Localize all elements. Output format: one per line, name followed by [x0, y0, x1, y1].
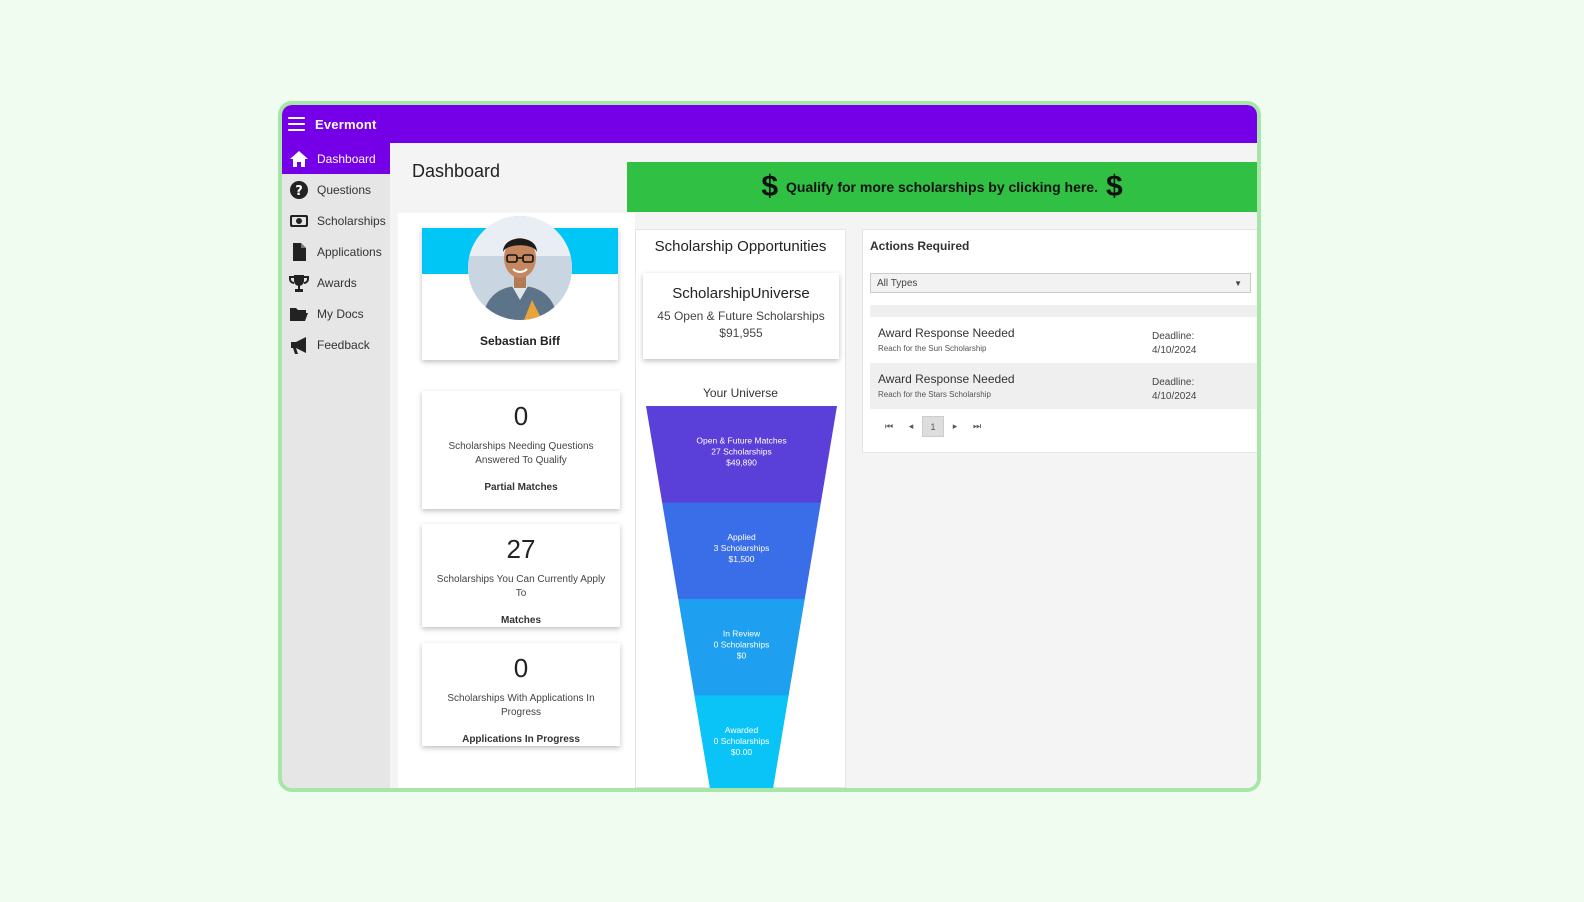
list-item[interactable]: Award Response Needed Reach for the Star…	[870, 363, 1257, 409]
dollar-icon: $	[761, 170, 778, 203]
sidebar-item-label: Awards	[317, 275, 357, 290]
profile-name: Sebastian Biff	[479, 334, 560, 348]
sidebar-item-questions[interactable]: ? Questions	[282, 174, 390, 205]
universe-title: ScholarshipUniverse	[672, 285, 810, 302]
action-type-select[interactable]: All Types ▼	[870, 273, 1251, 293]
funnel-stage-label: In Review	[723, 628, 761, 638]
funnel-chart: Open & Future Matches27 Scholarships$49,…	[646, 406, 837, 788]
sidebar-item-my-docs[interactable]: My Docs	[282, 298, 390, 329]
funnel-amount-label: $0	[737, 650, 747, 660]
menu-icon[interactable]	[288, 117, 305, 131]
sidebar-item-label: Questions	[317, 182, 372, 197]
profile-column: Sebastian Biff 0 Scholarships Needing Qu…	[398, 213, 635, 788]
funnel-count-label: 27 Scholarships	[711, 446, 771, 456]
funnel-count-label: 0 Scholarships	[714, 736, 770, 746]
deadline-label: Deadline:	[1152, 331, 1195, 342]
universe-funnel: Open & Future Matches 27 Scholarships $49,…	[646, 406, 837, 788]
universe-value: $91,955	[719, 326, 763, 340]
deadline-date: 4/10/2024	[1152, 391, 1197, 402]
scholarship-opportunities-panel: Scholarship Opportunities ScholarshipUni…	[635, 229, 846, 788]
funnel-stage-label: Awarded	[725, 725, 759, 735]
stat-description: Scholarships Needing Questions Answered …	[448, 441, 594, 466]
app-title: Evermont	[315, 116, 377, 132]
page-title: Dashboard	[412, 161, 501, 181]
your-universe-label: Your Universe	[703, 386, 778, 400]
sidebar: Dashboard ? Questions Scholarships Appli…	[282, 143, 390, 788]
list-item[interactable]: Award Response Needed Reach for the Sun …	[870, 317, 1257, 363]
panel-title: Actions Required	[870, 239, 970, 253]
current-page[interactable]: 1	[922, 416, 944, 437]
panel-title: Scholarship Opportunities	[654, 238, 827, 255]
list-header	[870, 305, 1257, 317]
funnel-count-label: 3 Scholarships	[714, 543, 770, 553]
stat-description: Scholarships With Applications In Progre…	[447, 693, 595, 718]
avatar	[468, 216, 572, 320]
dollar-icon: $	[1106, 170, 1123, 203]
actions-required-panel: Actions Required All Types ▼ Award Respo…	[862, 229, 1257, 453]
sidebar-item-label: Feedback	[317, 337, 370, 352]
action-subtitle: Reach for the Sun Scholarship	[878, 344, 987, 353]
qualify-banner[interactable]: $ Qualify for more scholarships by click…	[627, 162, 1257, 212]
prev-page-icon[interactable]: ◂	[900, 421, 922, 432]
funnel-stage-label: Open & Future Matches	[696, 435, 786, 445]
matches-card[interactable]: 27 Scholarships You Can Currently Apply …	[422, 524, 620, 627]
stat-description: Scholarships You Can Currently Apply To	[436, 574, 606, 599]
select-value: All Types	[877, 277, 918, 289]
sidebar-item-dashboard[interactable]: Dashboard	[282, 143, 390, 174]
home-icon	[282, 149, 316, 169]
next-page-icon[interactable]: ▸	[944, 421, 966, 432]
trophy-icon	[282, 273, 316, 293]
funnel-amount-label: $0.00	[731, 747, 753, 757]
applications-in-progress-card[interactable]: 0 Scholarships With Applications In Prog…	[422, 643, 620, 746]
stat-label: Applications In Progress	[462, 734, 580, 745]
action-subtitle: Reach for the Stars Scholarship	[878, 390, 991, 399]
funnel-amount-label: $1,500	[729, 554, 755, 564]
sidebar-item-label: Scholarships	[317, 213, 386, 228]
question-icon: ?	[282, 180, 316, 200]
action-title: Award Response Needed	[878, 326, 1015, 340]
stat-value: 0	[513, 401, 529, 431]
top-bar: Evermont	[282, 105, 1257, 143]
banner-text: Qualify for more scholarships by clickin…	[786, 179, 1098, 195]
stat-label: Partial Matches	[484, 482, 558, 493]
sidebar-item-awards[interactable]: Awards	[282, 267, 390, 298]
first-page-icon[interactable]: ⏮	[878, 421, 900, 432]
action-deadline: Deadline: 4/10/2024	[1152, 330, 1197, 358]
svg-text:?: ?	[295, 184, 303, 199]
main-content: Dashboard $ Qualify for more scholarship…	[390, 143, 1257, 788]
sidebar-item-applications[interactable]: Applications	[282, 236, 390, 267]
action-title: Award Response Needed	[878, 372, 1015, 386]
pagination: ⏮ ◂ 1 ▸ ⏭	[878, 416, 988, 437]
stat-value: 0	[513, 653, 529, 683]
sidebar-item-label: My Docs	[317, 306, 364, 321]
funnel-stage-label: Applied	[727, 532, 756, 542]
deadline-date: 4/10/2024	[1152, 345, 1197, 356]
stat-value: 27	[506, 534, 536, 564]
action-deadline: Deadline: 4/10/2024	[1152, 376, 1197, 404]
money-icon	[282, 211, 316, 231]
universe-subtitle: 45 Open & Future Scholarships	[657, 309, 825, 323]
sidebar-item-label: Dashboard	[317, 151, 376, 166]
sidebar-item-scholarships[interactable]: Scholarships	[282, 205, 390, 236]
stat-label: Matches	[500, 615, 541, 626]
profile-card: Sebastian Biff	[422, 216, 618, 360]
scholarship-universe-card[interactable]: ScholarshipUniverse 45 Open & Future Sch…	[643, 273, 839, 359]
sidebar-item-label: Applications	[317, 244, 382, 259]
partial-matches-card[interactable]: 0 Scholarships Needing Questions Answere…	[422, 391, 620, 509]
last-page-icon[interactable]: ⏭	[966, 421, 988, 432]
document-icon	[282, 242, 316, 262]
funnel-count-label: 0 Scholarships	[714, 639, 770, 649]
funnel-amount-label: $49,890	[726, 457, 757, 467]
sidebar-item-feedback[interactable]: Feedback	[282, 329, 390, 360]
chevron-down-icon: ▼	[1234, 279, 1242, 288]
app-window: Evermont Dashboard ? Questions Scholarsh…	[278, 101, 1261, 792]
deadline-label: Deadline:	[1152, 377, 1195, 388]
folder-icon	[282, 304, 316, 324]
megaphone-icon	[282, 335, 316, 355]
